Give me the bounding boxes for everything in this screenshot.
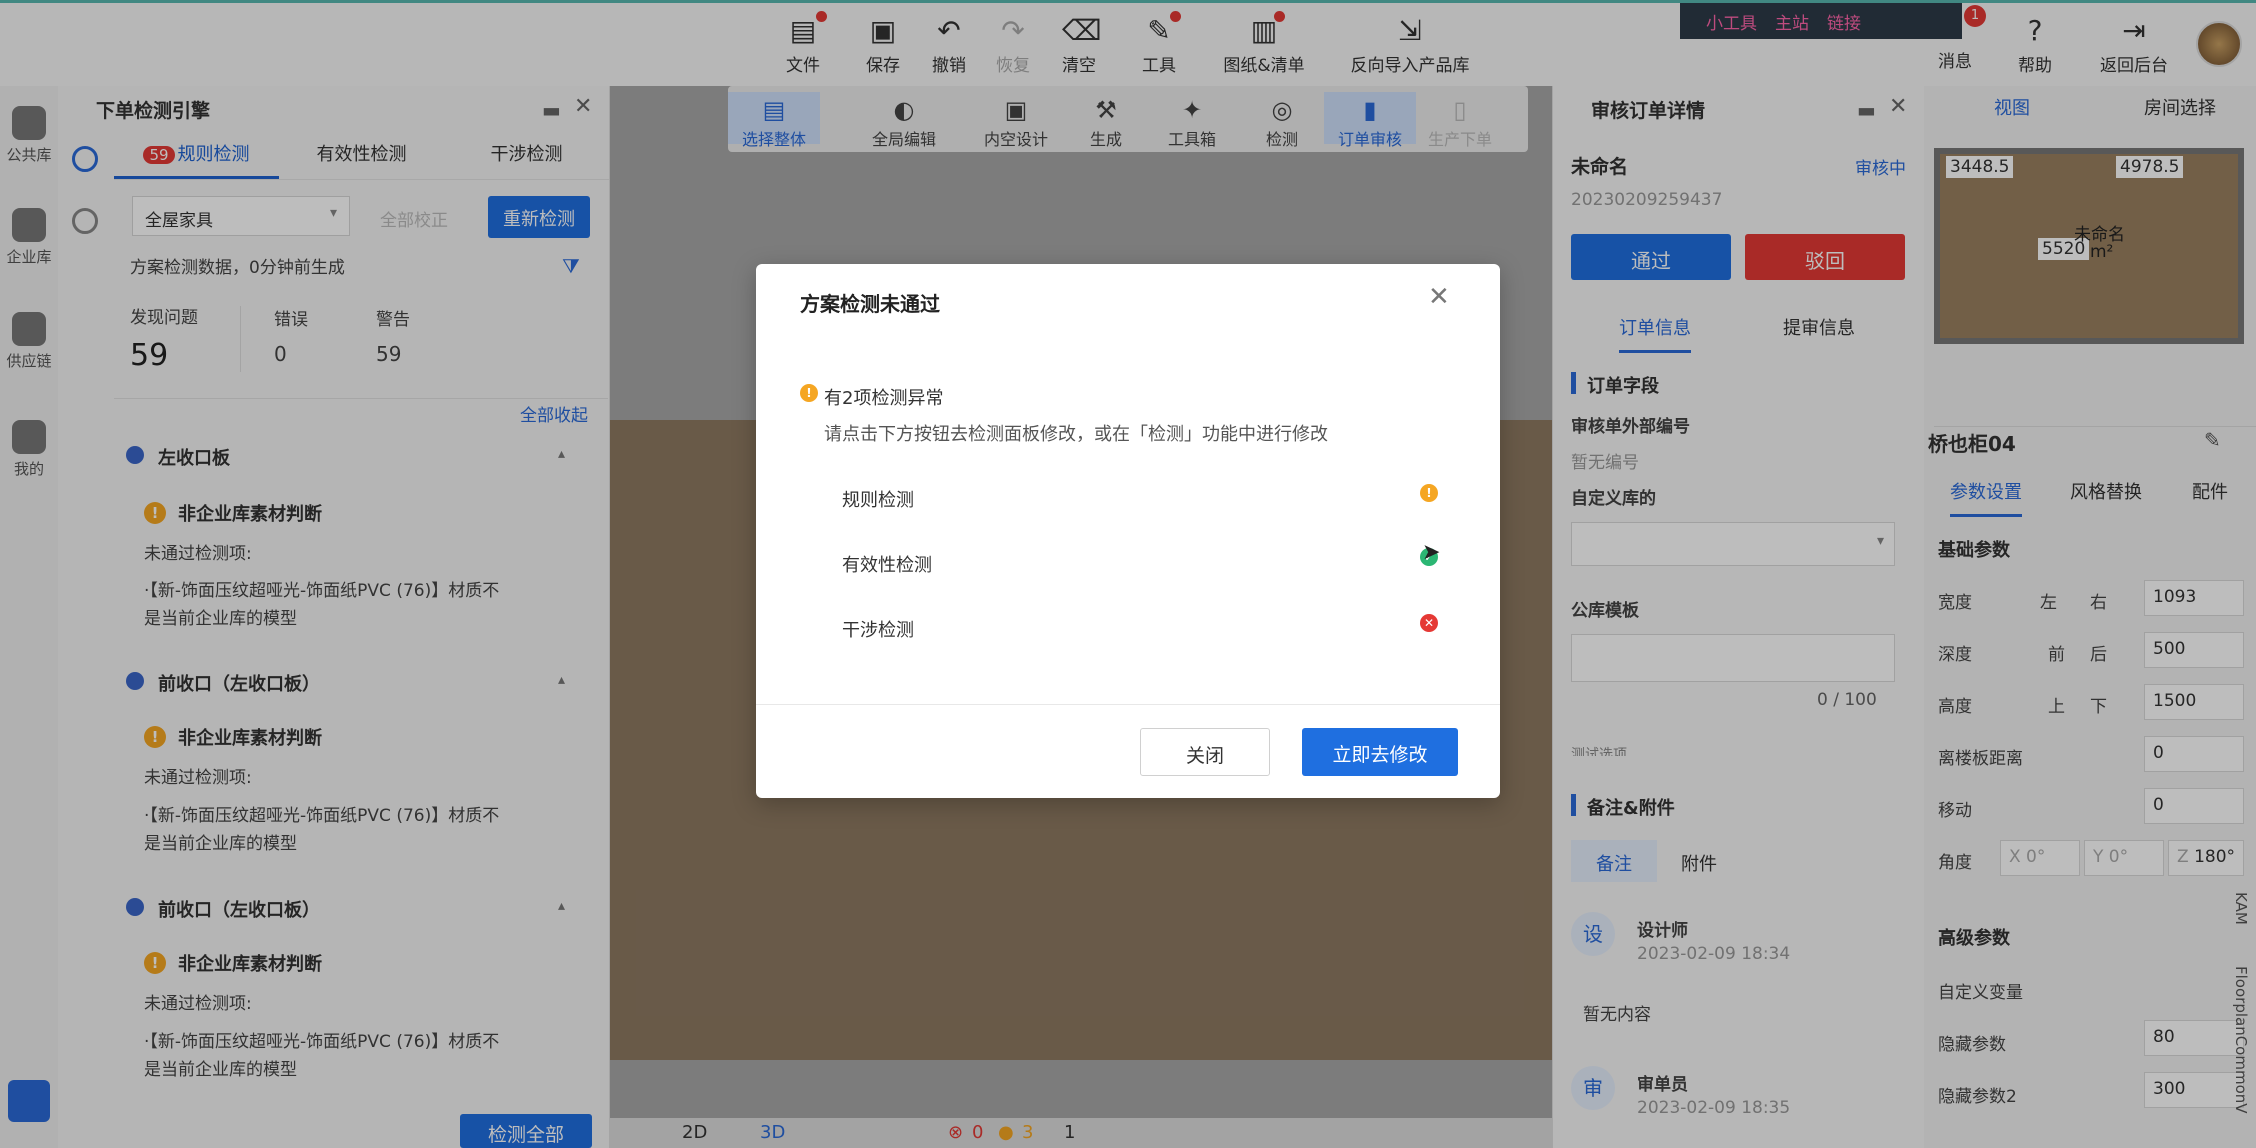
warning-icon: ! <box>800 384 818 402</box>
error-icon: ✕ <box>1420 614 1438 632</box>
close-button[interactable]: 关闭 <box>1140 728 1270 776</box>
dialog-title: 方案检测未通过 <box>800 292 940 316</box>
dialog-summary: 有2项检测异常 <box>824 388 944 409</box>
check-item-interference[interactable]: 干涉检测 <box>842 616 914 642</box>
cursor-icon: ➤ <box>1422 540 1441 565</box>
warning-icon: ! <box>1420 484 1438 502</box>
check-item-rule[interactable]: 规则检测 <box>842 486 914 512</box>
detection-failed-dialog: 方案检测未通过 ✕ ! 有2项检测异常 请点击下方按钮去检测面板修改，或在「检测… <box>756 264 1500 798</box>
fix-now-button[interactable]: 立即去修改 <box>1302 728 1458 776</box>
close-icon[interactable]: ✕ <box>1428 282 1450 312</box>
divider <box>756 704 1500 705</box>
check-item-validity[interactable]: 有效性检测 <box>842 551 932 577</box>
dialog-hint: 请点击下方按钮去检测面板修改，或在「检测」功能中进行修改 <box>824 424 1328 445</box>
